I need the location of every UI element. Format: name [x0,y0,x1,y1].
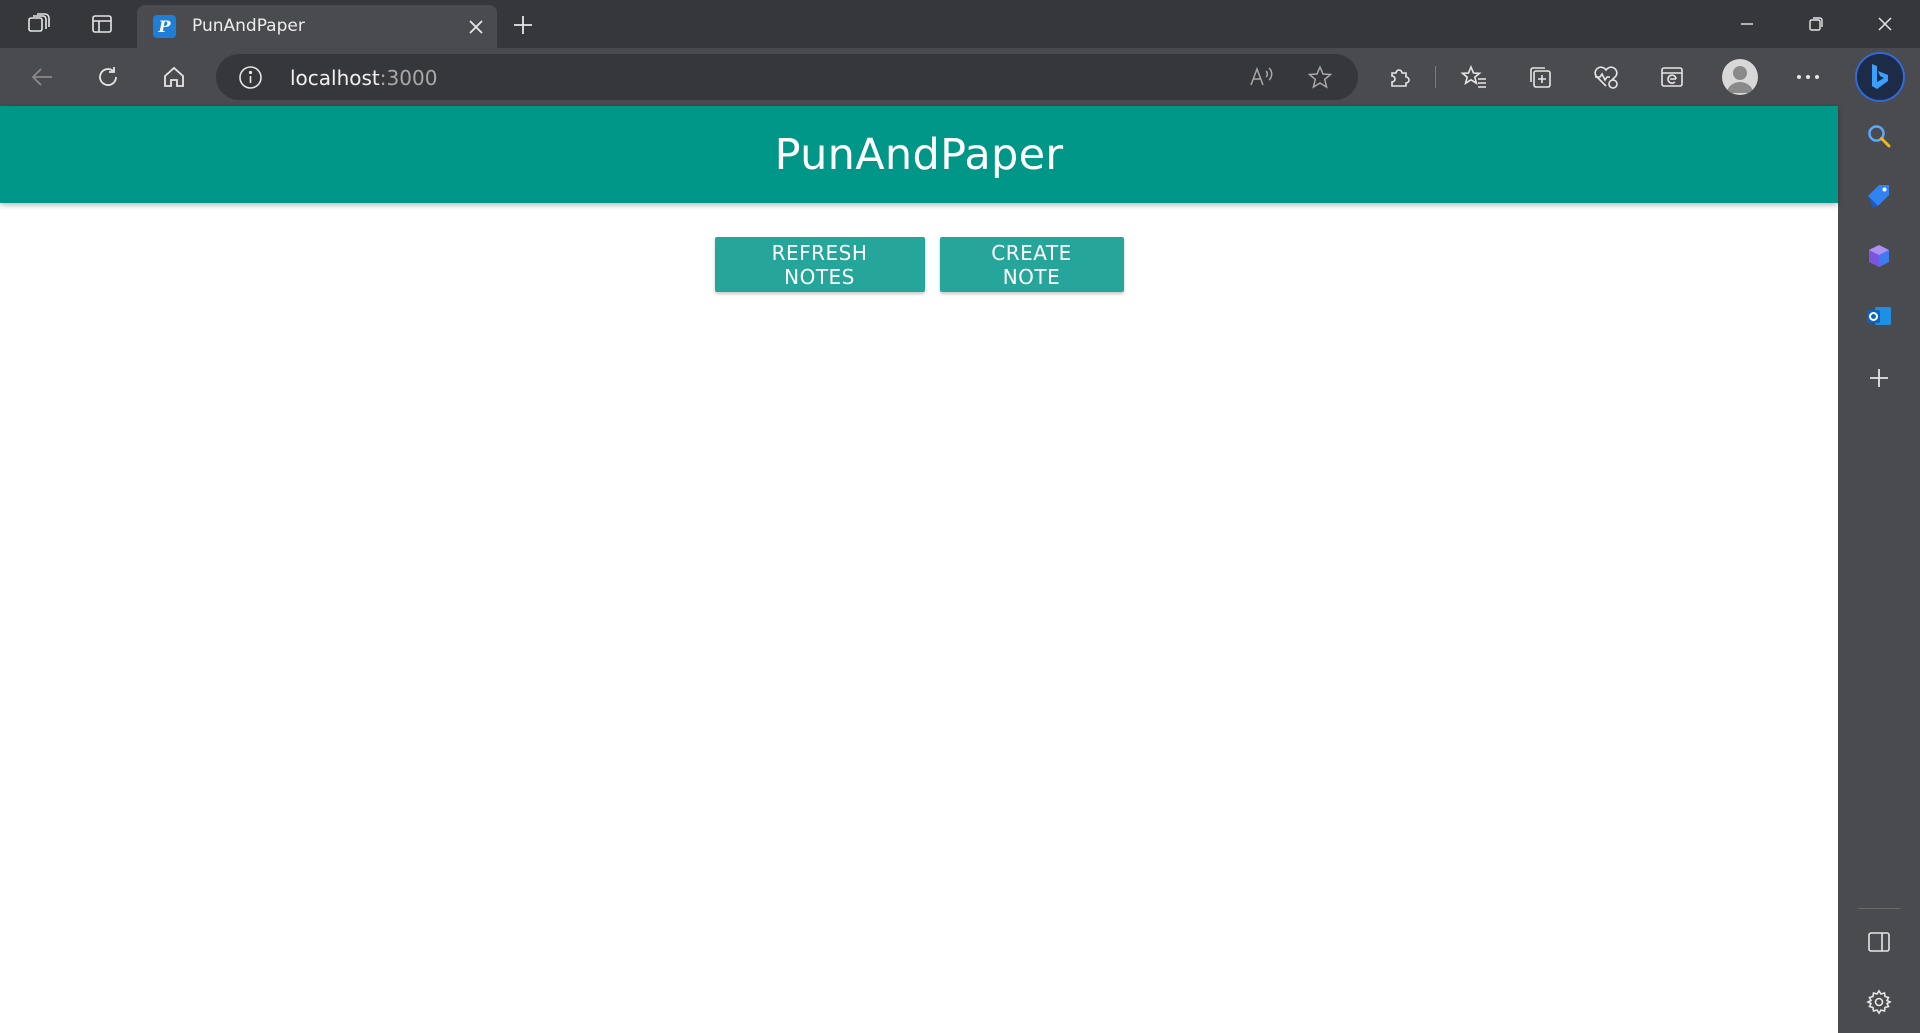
back-arrow-icon[interactable] [22,57,62,97]
page-viewport: PunAndPaper REFRESH NOTES CREATE NOTE [0,106,1838,1033]
add-icon[interactable] [1863,362,1895,394]
info-icon[interactable] [238,65,263,90]
favorites-icon[interactable] [1458,61,1490,93]
url-text[interactable]: localhost:3000 [290,66,437,90]
collections-icon[interactable] [1524,61,1556,93]
outlook-icon[interactable] [1863,300,1895,332]
tab-title: PunAndPaper [192,16,305,36]
more-icon[interactable] [1792,61,1824,93]
puzzle-icon[interactable] [1384,61,1416,93]
read-aloud-icon[interactable] [1247,63,1275,91]
url-host: localhost [290,66,380,90]
active-tab[interactable]: P PunAndPaper [137,5,497,48]
app-header: PunAndPaper [0,106,1838,203]
shopping-tag-icon[interactable] [1863,180,1895,212]
url-port: :3000 [379,66,438,90]
profile-avatar[interactable] [1722,59,1758,95]
action-buttons: REFRESH NOTES CREATE NOTE [0,237,1838,292]
minimize-icon[interactable] [1712,0,1782,48]
refresh-notes-button[interactable]: REFRESH NOTES [714,237,925,292]
workspaces-icon[interactable] [11,0,67,48]
games-icon[interactable] [1863,240,1895,272]
sidebar-layout-icon[interactable] [1863,926,1895,958]
toolbar-separator [1435,66,1436,88]
create-note-button[interactable]: CREATE NOTE [939,237,1124,292]
restore-icon[interactable] [1781,0,1851,48]
search-icon[interactable] [1863,120,1895,152]
address-bar[interactable]: localhost:3000 [216,54,1358,100]
plus-icon[interactable] [506,10,540,40]
refresh-icon[interactable] [88,57,128,97]
ie-mode-icon[interactable] [1656,61,1688,93]
browser-titlebar: P PunAndPaper [0,0,1920,48]
star-icon[interactable] [1306,63,1334,91]
home-icon[interactable] [154,57,194,97]
sidebar-separator [1858,908,1900,909]
close-icon[interactable] [465,16,487,38]
browser-toolbar: localhost:3000 [0,48,1920,106]
window-close-icon[interactable] [1850,0,1920,48]
browser-sidebar [1838,106,1920,1033]
vertical-tabs-icon[interactable] [74,0,130,48]
bing-icon[interactable] [1855,52,1905,102]
settings-icon[interactable] [1863,986,1895,1018]
tab-favicon: P [153,15,176,38]
browser-essentials-icon[interactable] [1590,61,1622,93]
page-title: PunAndPaper [774,129,1064,180]
